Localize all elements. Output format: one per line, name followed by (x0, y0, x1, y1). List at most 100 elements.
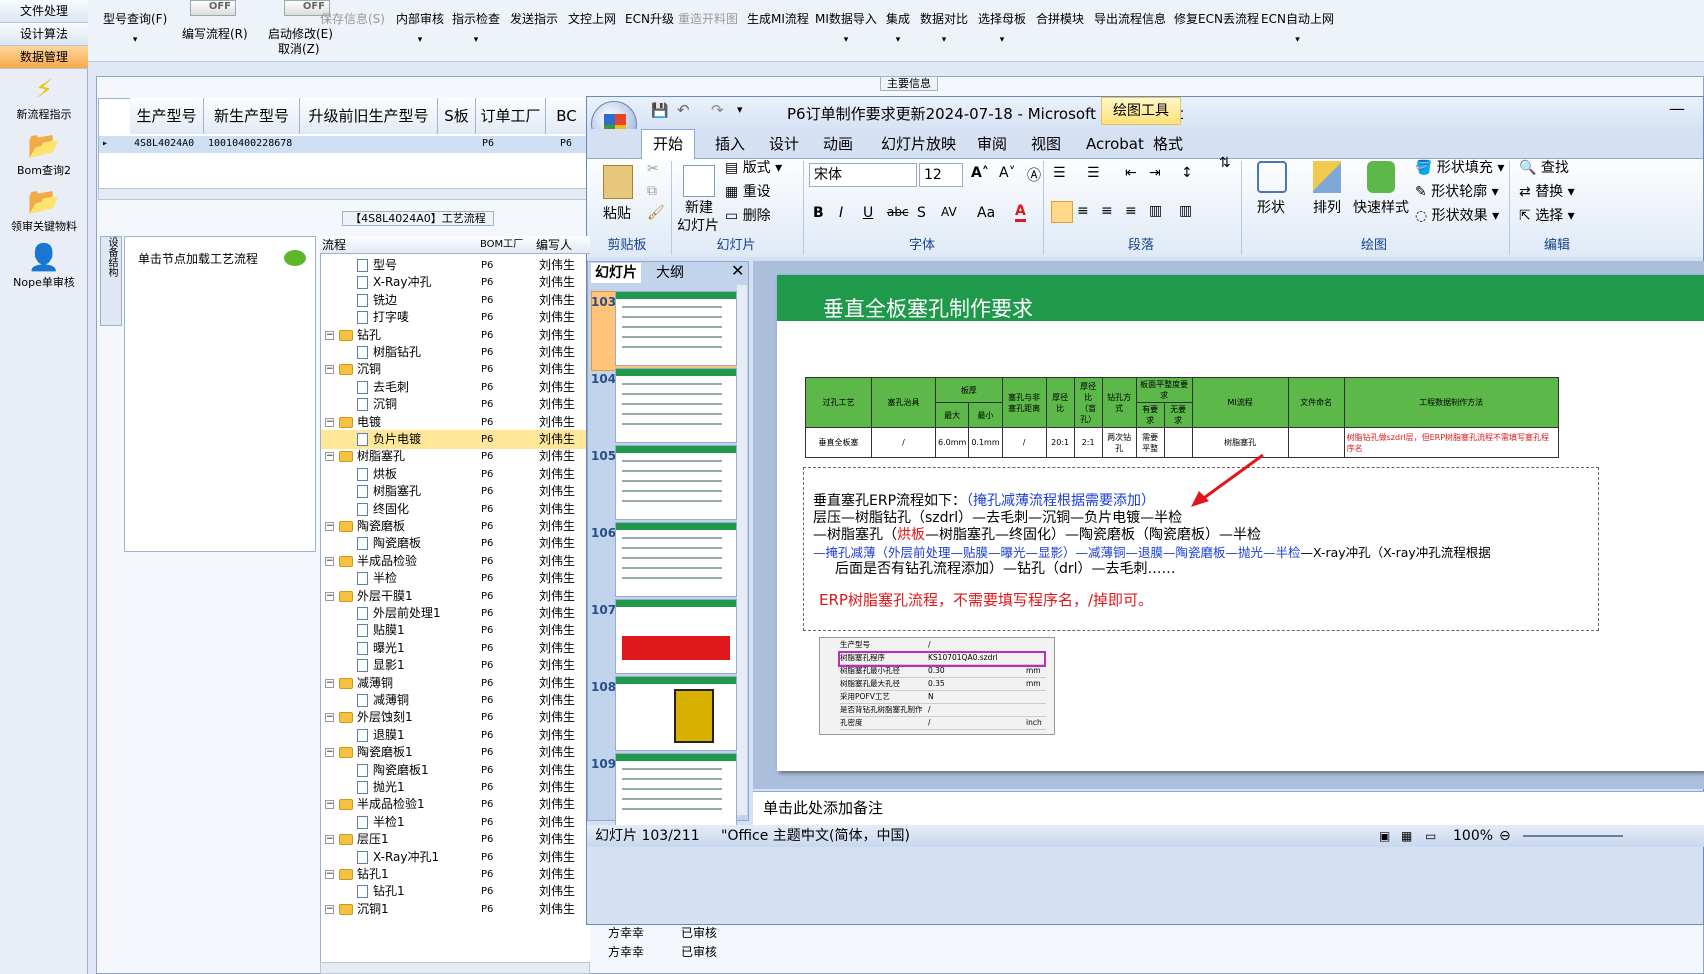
tab-acrobat[interactable]: Acrobat (1086, 132, 1144, 156)
nav-data-management[interactable]: 数据管理 (0, 46, 88, 69)
undo-icon[interactable]: ↶ (677, 101, 690, 119)
tree-node[interactable]: 钻孔1 P6 刘伟生 (321, 882, 590, 901)
cut-icon[interactable]: ✂ (647, 161, 659, 177)
redo-icon[interactable]: ↷ (711, 101, 724, 119)
shrink-font-icon[interactable]: A˅ (999, 165, 1016, 181)
collapse-toggle-icon[interactable]: − (325, 330, 334, 340)
shape-effect-button[interactable]: ◌ 形状效果 ▾ (1415, 205, 1499, 225)
collapse-toggle-icon[interactable]: − (325, 365, 334, 375)
justify-icon[interactable]: ≡ (1125, 203, 1137, 219)
tree-node[interactable]: − 陶瓷磨板1 P6 刘伟生 (321, 743, 590, 762)
collapse-toggle-icon[interactable]: − (325, 556, 334, 566)
collapse-toggle-icon[interactable]: − (325, 713, 334, 723)
italic-icon[interactable]: I (839, 205, 843, 221)
paste-button[interactable]: 粘贴 (603, 203, 631, 223)
shapes-button[interactable]: 形状 (1257, 197, 1285, 217)
tree-node[interactable]: 沉铜 P6 刘伟生 (321, 395, 590, 414)
char-spacing-icon[interactable]: AV (941, 205, 957, 219)
slide-thumbnail[interactable] (615, 291, 737, 366)
rebuild-cutting-button[interactable]: 重造开料图 (678, 10, 738, 27)
tree-node[interactable]: 贴膜1 P6 刘伟生 (321, 621, 590, 640)
data-compare-button[interactable]: 数据对比 ▾ (920, 10, 968, 45)
col-header[interactable]: S板 (438, 98, 476, 134)
internal-review-button[interactable]: 内部审核 ▾ (396, 10, 444, 45)
tree-node[interactable]: − 沉铜 P6 刘伟生 (321, 360, 590, 379)
decrease-indent-icon[interactable]: ⇤ (1125, 165, 1137, 181)
collapse-toggle-icon[interactable]: − (325, 417, 334, 427)
grid-cell[interactable]: P6 (482, 136, 494, 152)
col-header[interactable]: 订单工厂 (476, 98, 546, 134)
tree-node[interactable]: 半检1 P6 刘伟生 (321, 813, 590, 832)
slide-thumbnail[interactable] (615, 522, 737, 597)
toggle-switch[interactable]: OFF (190, 0, 236, 16)
tree-node[interactable]: 树脂塞孔 P6 刘伟生 (321, 482, 590, 501)
tree-node[interactable]: − 半成品检验 P6 刘伟生 (321, 552, 590, 571)
font-color-icon[interactable]: A (1015, 203, 1026, 222)
underline-icon[interactable]: U (863, 205, 873, 221)
bullets-icon[interactable]: ☰ (1053, 165, 1066, 181)
tab-slideshow[interactable]: 幻灯片放映 (881, 132, 956, 156)
collapse-toggle-icon[interactable]: − (325, 452, 334, 462)
clear-format-icon[interactable]: Ⓐ (1027, 165, 1041, 185)
increase-indent-icon[interactable]: ⇥ (1149, 165, 1161, 181)
tree-node[interactable]: 型号 P6 刘伟生 (321, 256, 590, 275)
arrange-button[interactable]: 排列 (1313, 197, 1341, 217)
col-header[interactable]: 升级前旧生产型号 (300, 98, 438, 134)
ecn-upgrade-button[interactable]: ECN升级 (625, 10, 674, 27)
tree-node[interactable]: 打字唛 P6 刘伟生 (321, 308, 590, 327)
align-right-icon[interactable]: ≡ (1101, 203, 1113, 219)
tree-node[interactable]: − 树脂塞孔 P6 刘伟生 (321, 447, 590, 466)
shape-outline-button[interactable]: ✎ 形状轮廓 ▾ (1415, 181, 1499, 201)
tab-animation[interactable]: 动画 (823, 132, 853, 156)
columns-icon[interactable]: ▥ (1179, 203, 1192, 219)
strikethrough-icon[interactable]: abc (887, 205, 909, 219)
tree-node[interactable]: 烘板 P6 刘伟生 (321, 465, 590, 484)
model-query-button[interactable]: 型号查询(F) ▾ (103, 10, 167, 45)
col-header[interactable]: 生产型号 (130, 98, 204, 134)
tab-home[interactable]: 开始 (653, 132, 683, 156)
quick-access-dropdown-icon[interactable]: ▾ (737, 103, 743, 116)
slideshow-view-icon[interactable]: ▭ (1425, 825, 1436, 847)
save-info-button[interactable]: 保存信息(S) (320, 10, 385, 27)
slide-thumbnail[interactable] (615, 368, 737, 443)
shape-fill-button[interactable]: 🪣 形状填充 ▾ (1415, 157, 1504, 177)
nav-design-algorithm[interactable]: 设计算法 (0, 23, 88, 46)
side-tab[interactable]: 设备结构 (100, 236, 122, 326)
panel-scrollbar[interactable] (737, 285, 747, 815)
text-direction-icon[interactable]: ⇅ (1219, 155, 1231, 171)
export-process-button[interactable]: 导出流程信息 (1094, 10, 1166, 27)
tree-node[interactable]: − 钻孔 P6 刘伟生 (321, 326, 590, 345)
save-icon[interactable]: 💾 (651, 103, 668, 119)
tree-col-writer[interactable]: 编写人 (536, 236, 572, 254)
tree-node[interactable]: − 电镀 P6 刘伟生 (321, 413, 590, 432)
nope-review-item[interactable]: 👤 Nope单审核 (0, 240, 88, 292)
tree-node[interactable]: 树脂钻孔 P6 刘伟生 (321, 343, 590, 362)
mi-import-button[interactable]: MI数据导入 ▾ (815, 10, 877, 45)
collapse-toggle-icon[interactable]: − (325, 748, 334, 758)
shadow-icon[interactable]: S (917, 205, 926, 221)
reset-button[interactable]: ▦ 重设 (725, 181, 771, 201)
notes-pane[interactable]: 单击此处添加备注 (753, 791, 1704, 825)
zoom-out-icon[interactable]: ⊖ (1499, 825, 1511, 847)
send-instruction-button[interactable]: 发送指示 (510, 10, 558, 27)
slide-thumbnail[interactable] (615, 676, 737, 751)
font-name-select[interactable]: 宋体 (809, 163, 917, 187)
collapse-toggle-icon[interactable]: − (325, 870, 334, 879)
tree-node[interactable]: − 陶瓷磨板 P6 刘伟生 (321, 517, 590, 536)
collapse-toggle-icon[interactable]: − (325, 678, 334, 688)
slide-thumbnail[interactable] (615, 599, 737, 674)
tree-node[interactable]: 负片电镀 P6 刘伟生 (321, 430, 590, 449)
tree-node[interactable]: X-Ray冲孔1 P6 刘伟生 (321, 848, 590, 867)
tree-node[interactable]: 减薄铜 P6 刘伟生 (321, 691, 590, 710)
tree-col-factory[interactable]: BOM工厂 (480, 236, 523, 254)
select-motherboard-button[interactable]: 选择母板 ▾ (978, 10, 1026, 45)
tree-node[interactable]: 退膜1 P6 刘伟生 (321, 726, 590, 745)
tree-node[interactable]: 抛光1 P6 刘伟生 (321, 778, 590, 797)
delete-button[interactable]: ▭ 删除 (725, 205, 771, 225)
cancel-button[interactable]: 取消(Z) (278, 40, 320, 57)
align-center-icon[interactable]: ≡ (1077, 203, 1089, 219)
generate-mi-button[interactable]: 生成MI流程 (747, 10, 809, 27)
distribute-icon[interactable]: ▥ (1149, 203, 1162, 219)
slide-thumbnail[interactable] (615, 753, 737, 828)
copy-icon[interactable]: ⧉ (647, 183, 657, 199)
